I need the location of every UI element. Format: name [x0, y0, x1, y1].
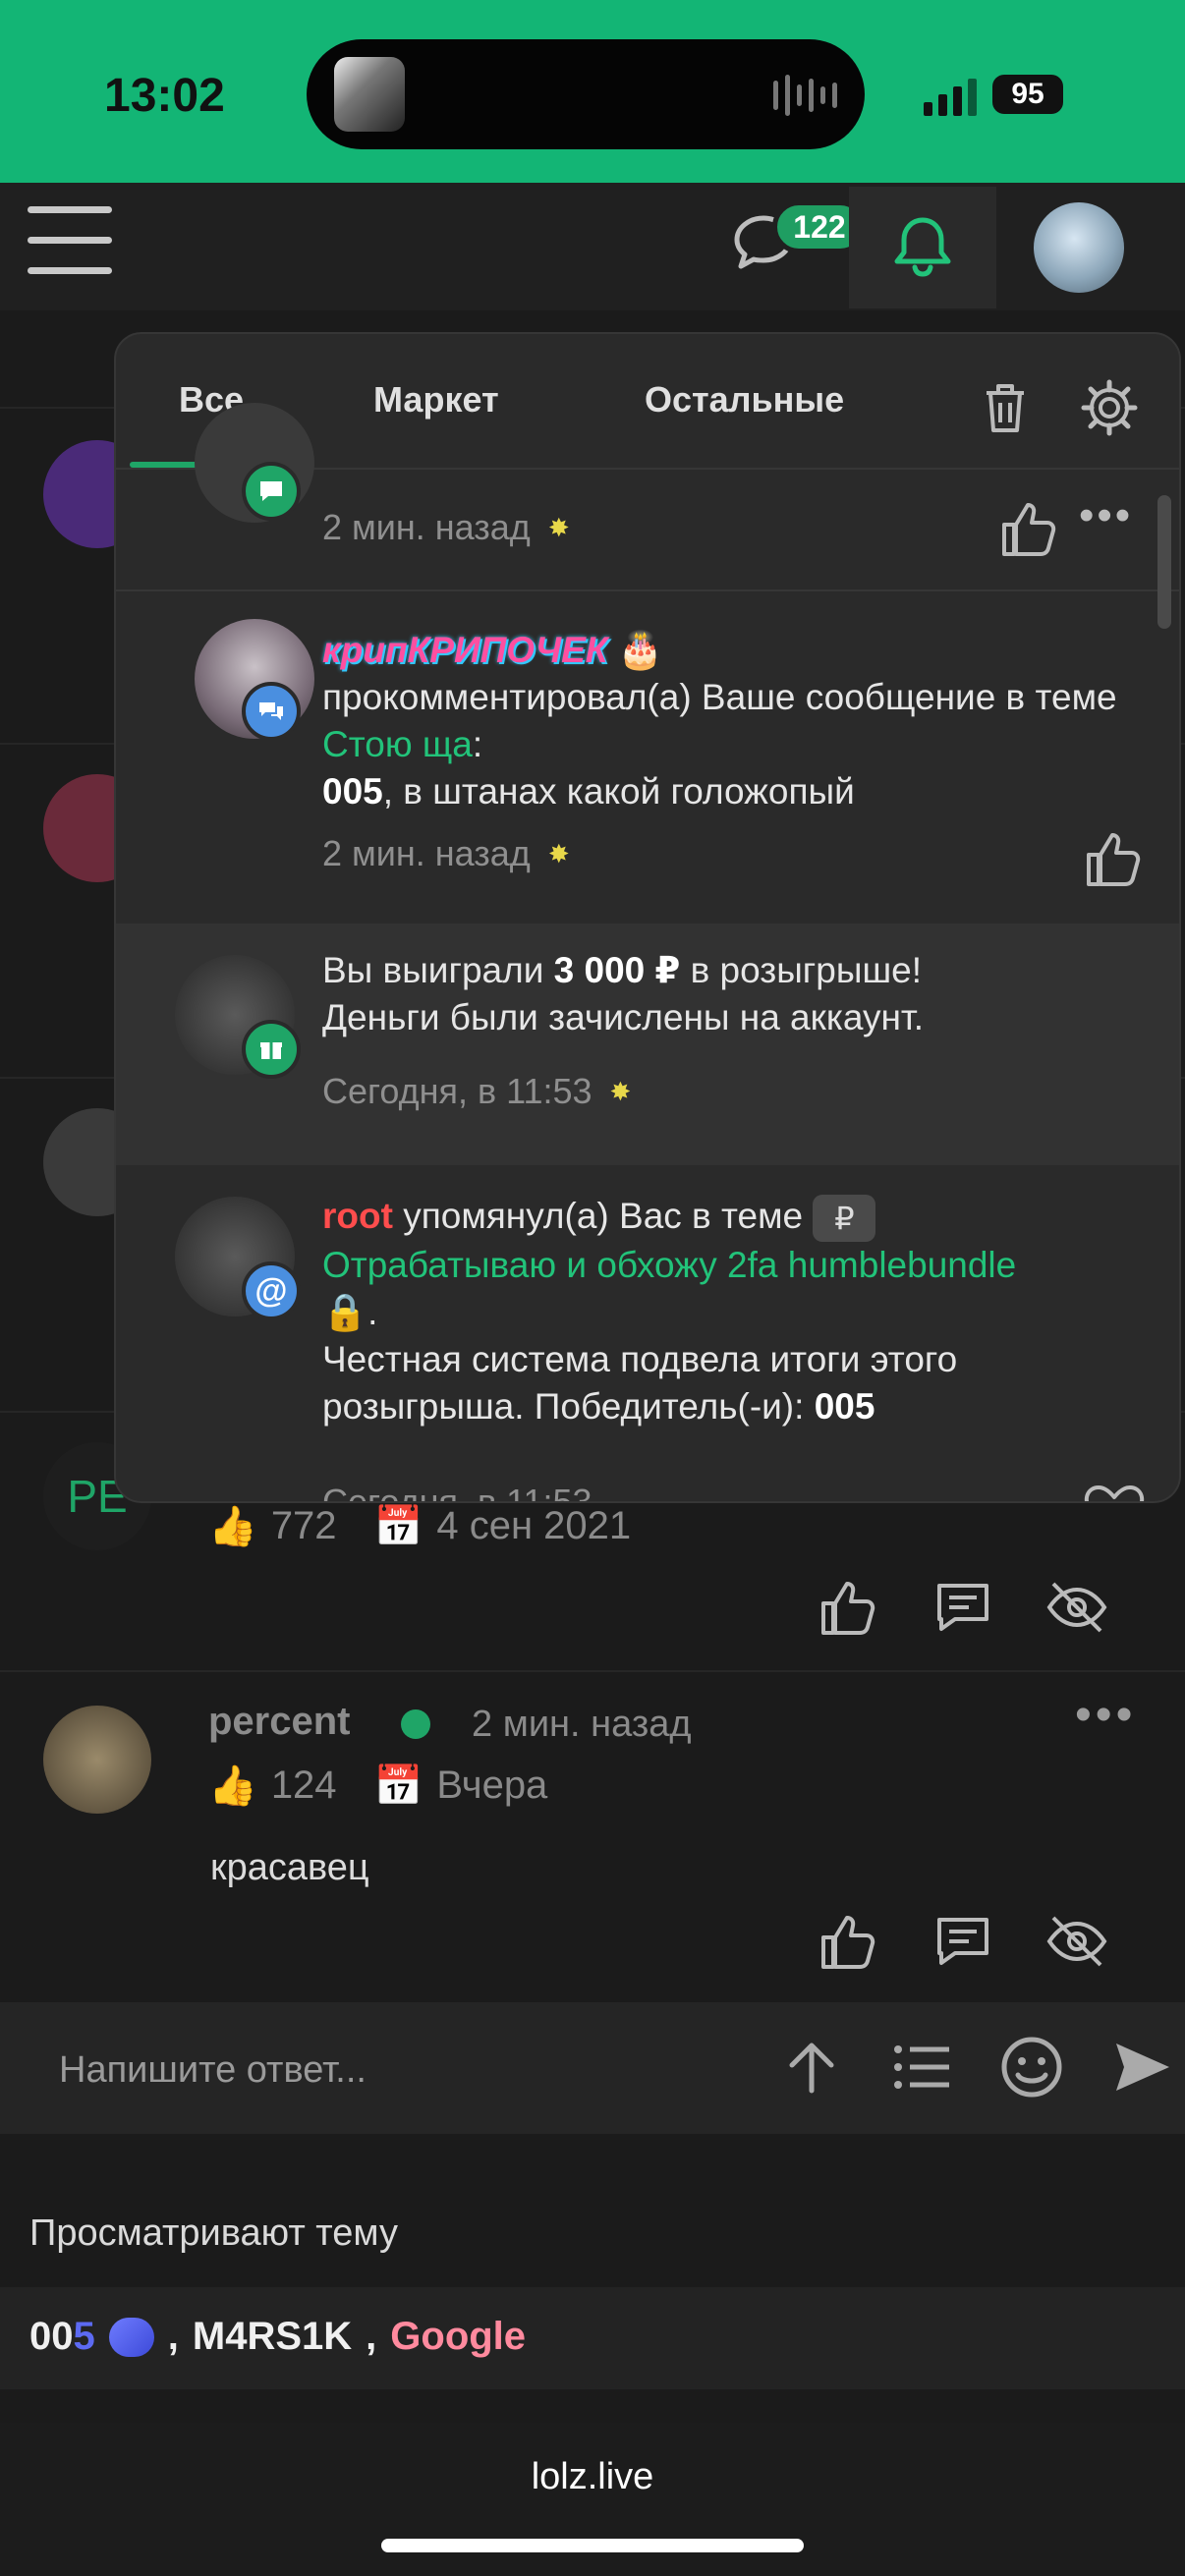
battery-indicator: 95 — [992, 75, 1063, 114]
like-icon[interactable] — [816, 1908, 882, 1975]
gift-badge-icon — [242, 1020, 301, 1079]
register-date: Вчера — [436, 1764, 548, 1807]
notification-time: Сегодня, в 11:53 ✸ — [322, 1071, 632, 1111]
tab-market[interactable]: Маркет — [373, 379, 499, 420]
thumbs-up-icon: 👍 — [208, 1764, 257, 1808]
browser-bar — [0, 2423, 1185, 2576]
more-options-icon[interactable]: ••• — [1079, 491, 1133, 540]
author-nick[interactable]: крипКРИПОЧЕК — [322, 630, 608, 670]
thread-prefix: ₽ — [813, 1195, 876, 1243]
reply-icon[interactable] — [930, 1908, 996, 1975]
thread-link[interactable]: Отрабатываю и обхожу 2fa humblebundle — [322, 1245, 1016, 1285]
notification-item[interactable]: @ root упомянул(а) Вас в теме ₽ Отрабаты… — [116, 1165, 1179, 1503]
notification-time: 2 мин. назад ✸ — [322, 833, 570, 873]
send-icon[interactable] — [1106, 2032, 1177, 2102]
emoji-icon[interactable] — [996, 2032, 1067, 2102]
post-stats: 👍 124 📅 Вчера — [208, 1763, 547, 1809]
post-time[interactable]: 2 мин. назад — [472, 1704, 692, 1746]
sparkle-icon: ✸ — [547, 512, 570, 542]
notification-item[interactable]: 2 мин. назад ✸ ••• — [116, 403, 1179, 589]
url-bar[interactable]: lolz.live — [0, 2456, 1185, 2498]
now-playing-thumbnail — [334, 57, 405, 132]
post-content: красавец — [210, 1847, 369, 1888]
bell-icon — [894, 217, 951, 277]
menu-icon[interactable] — [28, 206, 112, 275]
home-indicator[interactable] — [381, 2539, 804, 2552]
arrow-up-icon[interactable] — [776, 2032, 847, 2102]
post-actions — [816, 1908, 1110, 1975]
status-time: 13:02 — [104, 70, 225, 122]
sparkle-icon: ✸ — [547, 838, 570, 868]
scrollbar[interactable] — [1157, 495, 1171, 629]
notification-text: крипКРИПОЧЕК 🎂 прокомментировал(а) Ваше … — [322, 630, 1117, 812]
audio-waveform-icon — [773, 75, 837, 116]
notification-item[interactable]: крипКРИПОЧЕК 🎂 прокомментировал(а) Ваше … — [116, 591, 1179, 925]
signal-icon — [924, 79, 977, 116]
viewers-title: Просматривают тему — [29, 2212, 398, 2254]
trash-icon[interactable] — [975, 377, 1036, 438]
top-navigation — [0, 183, 1185, 310]
more-options-icon[interactable]: ••• — [1075, 1688, 1136, 1742]
reply-icon[interactable] — [930, 1574, 996, 1641]
mention-badge-icon: @ — [242, 1261, 301, 1320]
post-actions — [816, 1574, 1110, 1641]
settings-gear-icon[interactable] — [1079, 377, 1140, 438]
like-icon[interactable] — [996, 495, 1063, 562]
dynamic-island[interactable] — [307, 39, 865, 149]
post-avatar[interactable] — [43, 1706, 151, 1814]
notification-time: Сегодня, в 11:53 — [322, 1482, 592, 1503]
conversation-badge-icon — [242, 682, 301, 741]
post-stats: 👍 772 📅 4 сен 2021 — [208, 1503, 631, 1549]
post-author[interactable]: percent — [208, 1700, 351, 1744]
thread-link[interactable]: Стою ща — [322, 724, 473, 764]
lock-icon: 🔒 — [322, 1292, 368, 1333]
notifications-button[interactable] — [849, 187, 996, 308]
sparkle-icon: ✸ — [609, 1076, 632, 1106]
viewer-user[interactable]: 005 — [29, 2315, 95, 2359]
hide-icon[interactable] — [1044, 1908, 1110, 1975]
hide-icon[interactable] — [1044, 1574, 1110, 1641]
online-indicator — [401, 1709, 430, 1739]
notification-time: 2 мин. назад ✸ — [322, 507, 570, 547]
notification-text: Вы выиграли 3 000 ₽ в розыгрыше! Деньги … — [322, 950, 925, 1037]
like-icon[interactable] — [816, 1574, 882, 1641]
author-nick[interactable]: root — [322, 1196, 393, 1236]
list-icon[interactable] — [886, 2032, 957, 2102]
likes-count: 772 — [270, 1504, 337, 1547]
separator: , — [366, 2315, 377, 2358]
notification-item[interactable]: Вы выиграли 3 000 ₽ в розыгрыше! Деньги … — [116, 924, 1179, 1165]
notifications-popup: Все Маркет Остальные 2 мин. назад✸ ••• — [114, 332, 1181, 1503]
separator: , — [167, 2315, 179, 2358]
calendar-icon: 📅 — [373, 1764, 423, 1808]
viewer-user[interactable]: Google — [390, 2315, 526, 2359]
viewer-user[interactable]: M4RS1K — [193, 2315, 352, 2359]
notification-text: root упомянул(а) Вас в теме ₽ Отрабатыва… — [322, 1195, 1017, 1428]
viewers-list: 005 , M4RS1K , Google — [29, 2315, 526, 2359]
comment-badge-icon — [242, 462, 301, 521]
calendar-icon: 📅 — [373, 1505, 423, 1548]
likes-count: 124 — [270, 1764, 337, 1807]
tab-other[interactable]: Остальные — [645, 379, 844, 420]
reply-input[interactable]: Напишите ответ... — [59, 2049, 367, 2092]
pill-icon — [108, 2317, 154, 2357]
heart-icon[interactable] — [1081, 1476, 1148, 1503]
divider — [0, 1670, 1185, 1672]
register-date: 4 сен 2021 — [436, 1504, 632, 1547]
like-icon[interactable] — [1081, 825, 1148, 892]
user-avatar[interactable] — [1034, 202, 1124, 293]
thumbs-up-icon: 👍 — [208, 1505, 257, 1548]
reply-tools — [776, 2032, 1177, 2102]
birthday-cake-icon: 🎂 — [617, 630, 663, 670]
